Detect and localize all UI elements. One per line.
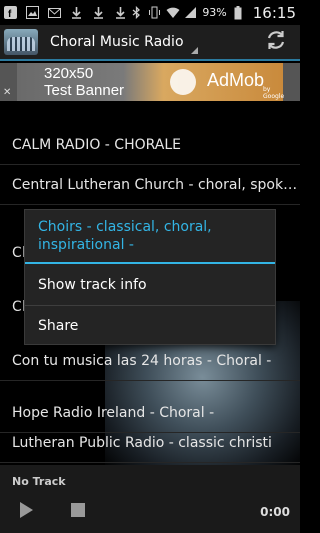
list-item[interactable]: CALM RADIO - CHORALE [0,125,300,165]
list-item[interactable]: Con tu musica las 24 horas - Choral - [0,341,300,381]
download-icon [70,6,83,19]
app-title[interactable]: Choral Music Radio [50,34,184,50]
ad-close-icon[interactable]: ✕ [3,87,11,98]
battery-icon [232,6,245,20]
ad-line1: 320x50 [44,65,94,82]
spinner-indicator-icon [191,47,198,54]
ad-by-google: by Google [263,86,285,100]
context-menu: Choirs - classical, choral, inspirationa… [24,209,276,345]
action-bar: Choral Music Radio [0,25,300,61]
facebook-icon: f [4,6,17,20]
stop-icon[interactable] [71,503,85,517]
elapsed-time: 0:00 [260,505,290,519]
app-icon[interactable] [4,29,38,55]
list-item[interactable]: Central Lutheran Church - choral, spok… [0,165,300,205]
signal-icon [184,6,197,19]
ad-line2: Test Banner [44,82,125,99]
ad-text: 320x50 Test Banner [44,65,124,99]
ad-creative[interactable]: 320x50 Test Banner AdMob by Google [17,63,285,101]
share-menu-item[interactable]: Share [25,306,275,346]
status-bar: f 93% 16:15 [0,0,300,25]
ad-brand: AdMob [207,70,265,90]
ad-banner[interactable]: 320x50 Test Banner AdMob by Google ✕ [0,63,300,101]
wifi-icon [166,6,180,19]
play-icon[interactable] [20,502,33,518]
refresh-button[interactable] [262,28,290,56]
refresh-icon [265,29,287,55]
player-bar: No Track 0:00 [0,465,300,533]
divider [25,262,275,264]
context-menu-title: Choirs - classical, choral, inspirationa… [38,219,212,253]
clock: 16:15 [252,3,296,22]
show-track-info-menu-item[interactable]: Show track info [25,265,275,305]
admob-logo-icon [170,69,196,95]
vibrate-icon [148,6,161,19]
list-item[interactable]: Lutheran Public Radio - classic christi [0,423,300,463]
download-icon [92,6,105,19]
battery-percent: 93% [202,6,227,19]
now-playing-label: No Track [12,475,66,488]
gmail-icon [48,6,61,19]
bluetooth-icon [130,5,143,20]
image-icon [26,6,39,19]
download-icon [114,6,127,19]
